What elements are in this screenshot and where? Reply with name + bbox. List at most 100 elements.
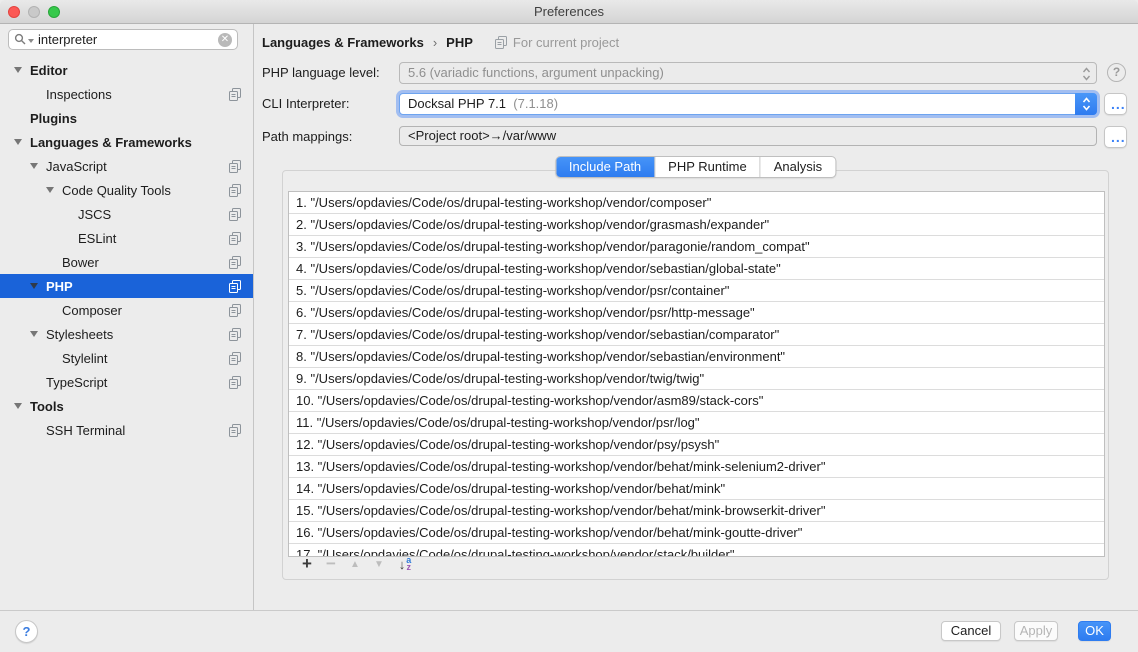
sidebar-item-composer[interactable]: Composer [0, 298, 253, 322]
include-path-row[interactable]: 6. "/Users/opdavies/Code/os/drupal-testi… [289, 302, 1104, 324]
sidebar-item-code-quality-tools[interactable]: Code Quality Tools [0, 178, 253, 202]
sidebar-item-label: Stylesheets [46, 327, 113, 342]
no-arrow-spacer [30, 427, 38, 433]
include-path-row[interactable]: 4. "/Users/opdavies/Code/os/drupal-testi… [289, 258, 1104, 280]
per-project-settings-icon [229, 160, 242, 173]
sidebar-item-label: Plugins [30, 111, 77, 126]
settings-sidebar: ✕ Editor Inspections Plugins Languages & Fr… [0, 24, 254, 610]
path-mappings-browse-button[interactable]: ... [1104, 126, 1127, 148]
expanded-arrow-icon[interactable] [14, 403, 22, 409]
help-icon[interactable]: ? [1107, 63, 1126, 82]
search-input[interactable] [38, 32, 218, 47]
per-project-settings-icon [229, 208, 242, 221]
sort-arrow-icon: ↓ [399, 557, 406, 572]
expanded-arrow-icon[interactable] [30, 283, 38, 289]
per-project-settings-icon [229, 352, 242, 365]
move-down-button[interactable]: ▼ [367, 552, 391, 576]
no-arrow-spacer [46, 259, 54, 265]
path-mappings-field[interactable]: <Project root>→/var/www [399, 126, 1097, 146]
sidebar-item-label: TypeScript [46, 375, 107, 390]
tab-include-path[interactable]: Include Path [556, 157, 654, 177]
include-path-row[interactable]: 16. "/Users/opdavies/Code/os/drupal-test… [289, 522, 1104, 544]
language-level-value: 5.6 (variadic functions, argument unpack… [408, 65, 664, 80]
cancel-button[interactable]: Cancel [941, 621, 1001, 641]
cli-interpreter-browse-button[interactable]: ... [1104, 93, 1127, 115]
sort-alphabetically-button[interactable]: ↓ a z [393, 552, 417, 576]
sidebar-item-label: Editor [30, 63, 68, 78]
remove-path-button[interactable]: − [319, 552, 343, 576]
include-path-list[interactable]: 1. "/Users/opdavies/Code/os/drupal-testi… [288, 191, 1105, 557]
cli-interpreter-select[interactable]: Docksal PHP 7.1 (7.1.18) [399, 93, 1097, 115]
clear-search-icon[interactable]: ✕ [218, 33, 232, 47]
expanded-arrow-icon[interactable] [30, 331, 38, 337]
include-path-row[interactable]: 12. "/Users/opdavies/Code/os/drupal-test… [289, 434, 1104, 456]
sidebar-item-javascript[interactable]: JavaScript [0, 154, 253, 178]
sidebar-item-label: Code Quality Tools [62, 183, 171, 198]
for-current-project-icon [495, 36, 508, 49]
ok-button[interactable]: OK [1078, 621, 1111, 641]
scope-note-label: For current project [513, 35, 619, 50]
include-path-row[interactable]: 1. "/Users/opdavies/Code/os/drupal-testi… [289, 192, 1104, 214]
settings-search-field[interactable]: ✕ [8, 29, 238, 50]
tab-analysis[interactable]: Analysis [760, 157, 835, 177]
include-path-row[interactable]: 15. "/Users/opdavies/Code/os/drupal-test… [289, 500, 1104, 522]
php-settings-tabbox: Include PathPHP RuntimeAnalysis 1. "/Use… [282, 170, 1109, 580]
sidebar-item-ssh-terminal[interactable]: SSH Terminal [0, 418, 253, 442]
sidebar-item-typescript[interactable]: TypeScript [0, 370, 253, 394]
expanded-arrow-icon[interactable] [14, 139, 22, 145]
language-level-select[interactable]: 5.6 (variadic functions, argument unpack… [399, 62, 1097, 84]
sidebar-item-jscs[interactable]: JSCS [0, 202, 253, 226]
include-path-row[interactable]: 11. "/Users/opdavies/Code/os/drupal-test… [289, 412, 1104, 434]
per-project-settings-icon [229, 424, 242, 437]
expanded-arrow-icon[interactable] [46, 187, 54, 193]
move-up-button[interactable]: ▲ [343, 552, 367, 576]
sidebar-item-label: Languages & Frameworks [30, 135, 192, 150]
sidebar-item-label: PHP [46, 279, 73, 294]
per-project-settings-icon [229, 376, 242, 389]
sidebar-item-bower[interactable]: Bower [0, 250, 253, 274]
per-project-settings-icon [229, 256, 242, 269]
expanded-arrow-icon[interactable] [14, 67, 22, 73]
sidebar-item-inspections[interactable]: Inspections [0, 82, 253, 106]
include-path-row[interactable]: 2. "/Users/opdavies/Code/os/drupal-testi… [289, 214, 1104, 236]
sidebar-item-eslint[interactable]: ESLint [0, 226, 253, 250]
cli-interpreter-value: Docksal PHP 7.1 [408, 96, 506, 111]
include-path-row[interactable]: 7. "/Users/opdavies/Code/os/drupal-testi… [289, 324, 1104, 346]
include-path-row[interactable]: 13. "/Users/opdavies/Code/os/drupal-test… [289, 456, 1104, 478]
per-project-settings-icon [229, 328, 242, 341]
settings-tree: Editor Inspections Plugins Languages & Fram… [0, 58, 253, 442]
sidebar-item-plugins[interactable]: Plugins [0, 106, 253, 130]
cli-interpreter-version-text: (7.1.18) [513, 96, 558, 111]
include-path-row[interactable]: 8. "/Users/opdavies/Code/os/drupal-testi… [289, 346, 1104, 368]
include-path-row[interactable]: 14. "/Users/opdavies/Code/os/drupal-test… [289, 478, 1104, 500]
sidebar-item-php[interactable]: PHP [0, 274, 253, 298]
apply-button[interactable]: Apply [1014, 621, 1058, 641]
help-button[interactable]: ? [15, 620, 38, 643]
title-bar[interactable]: Preferences [0, 0, 1138, 24]
select-chevrons-cap[interactable] [1075, 93, 1097, 115]
path-mappings-label: Path mappings: [262, 126, 394, 148]
expanded-arrow-icon[interactable] [30, 163, 38, 169]
sidebar-item-editor[interactable]: Editor [0, 58, 253, 82]
tab-bar: Include PathPHP RuntimeAnalysis [555, 156, 836, 178]
tab-php-runtime[interactable]: PHP Runtime [654, 157, 760, 177]
no-arrow-spacer [46, 307, 54, 313]
select-chevrons-icon [1082, 67, 1091, 81]
include-path-row[interactable]: 9. "/Users/opdavies/Code/os/drupal-testi… [289, 368, 1104, 390]
sidebar-item-tools[interactable]: Tools [0, 394, 253, 418]
sidebar-item-label: Tools [30, 399, 64, 414]
sidebar-item-stylelint[interactable]: Stylelint [0, 346, 253, 370]
dialog-footer: ? Cancel Apply OK [0, 610, 1138, 652]
include-path-row[interactable]: 3. "/Users/opdavies/Code/os/drupal-testi… [289, 236, 1104, 258]
sidebar-item-languages-frameworks[interactable]: Languages & Frameworks [0, 130, 253, 154]
include-path-row[interactable]: 10. "/Users/opdavies/Code/os/drupal-test… [289, 390, 1104, 412]
sidebar-item-label: Composer [62, 303, 122, 318]
add-path-button[interactable]: + [295, 552, 319, 576]
window-title: Preferences [0, 0, 1138, 24]
include-path-row[interactable]: 5. "/Users/opdavies/Code/os/drupal-testi… [289, 280, 1104, 302]
sidebar-item-stylesheets[interactable]: Stylesheets [0, 322, 253, 346]
sidebar-item-label: ESLint [78, 231, 116, 246]
breadcrumb-section: Languages & Frameworks [262, 35, 424, 50]
search-options-chevron-icon[interactable] [28, 39, 34, 43]
breadcrumb-page: PHP [446, 35, 473, 50]
